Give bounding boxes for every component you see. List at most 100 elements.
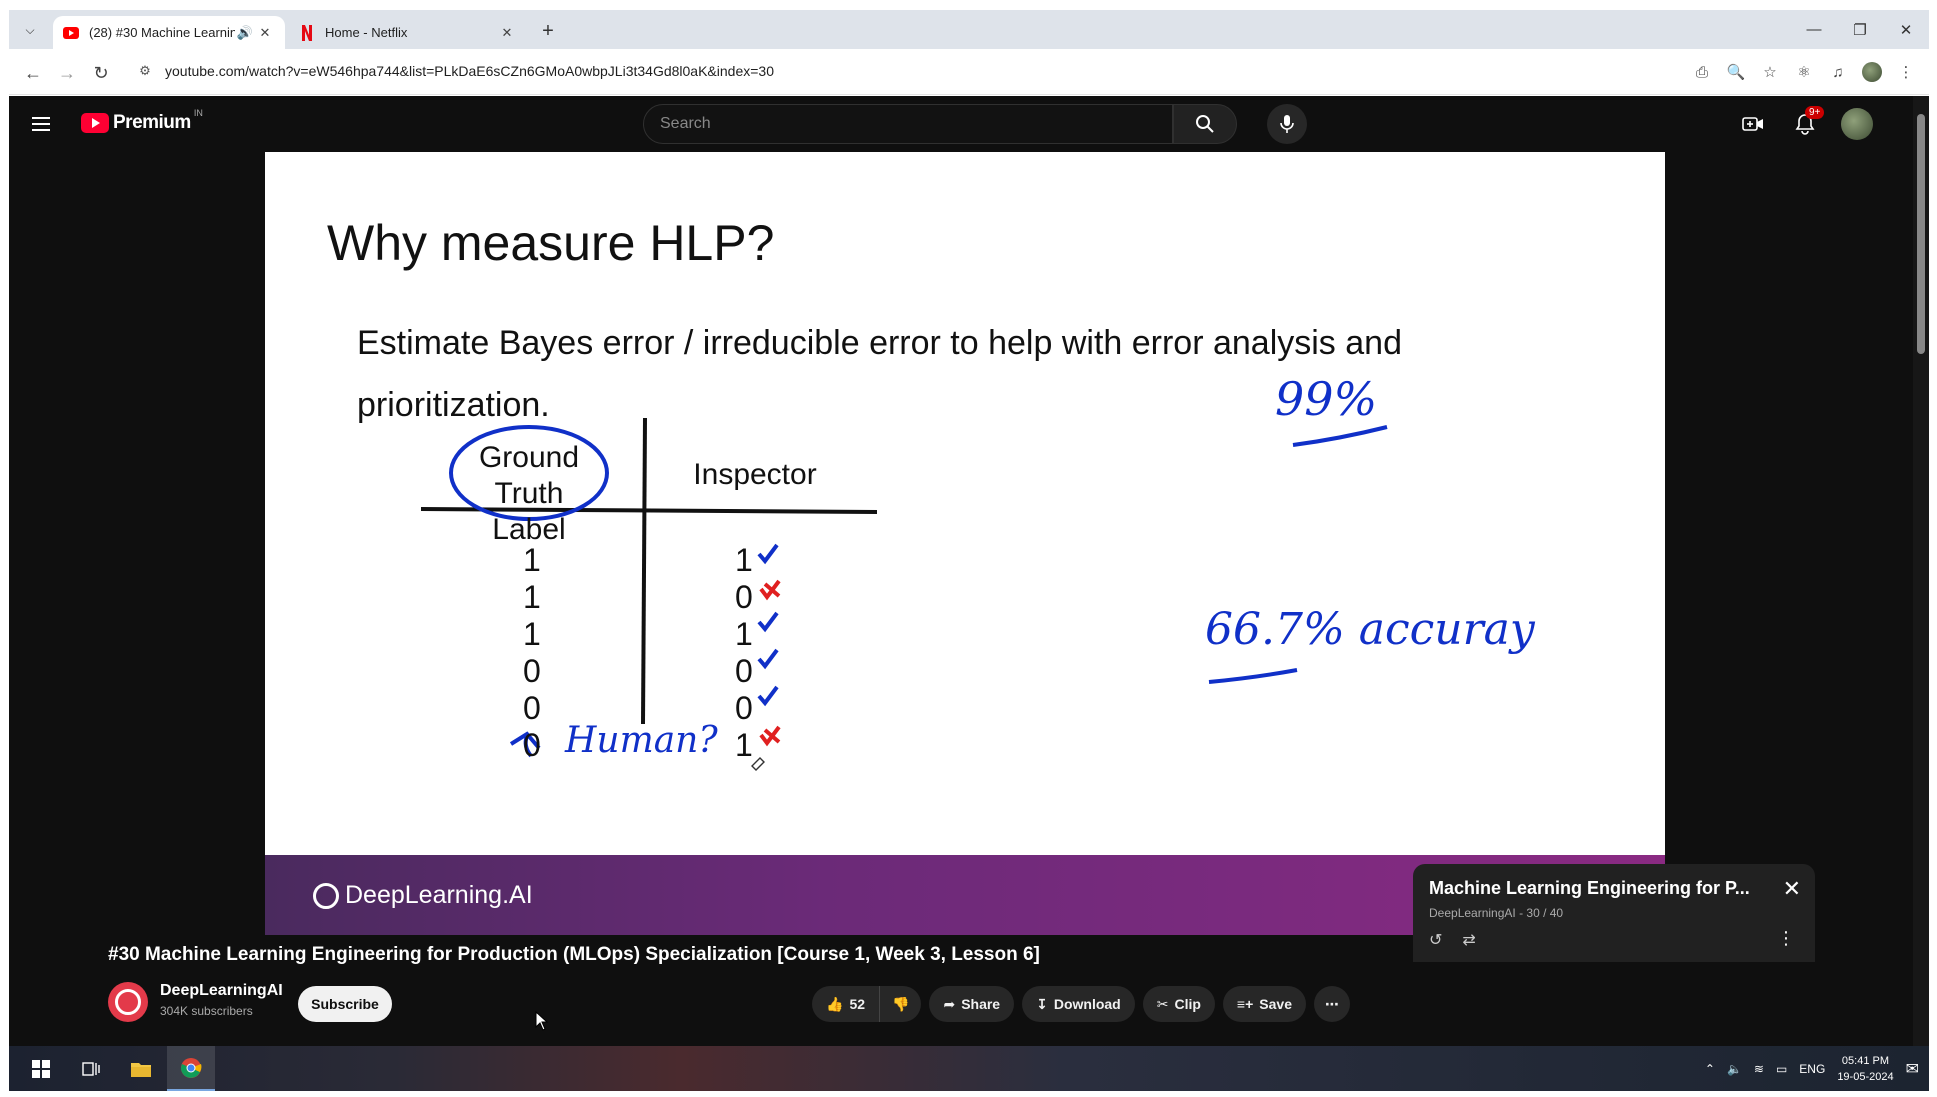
notification-center-icon[interactable]: ✉ bbox=[1906, 1059, 1919, 1079]
inspector-cell: 1 bbox=[735, 616, 753, 652]
dislike-button[interactable]: 👎 bbox=[880, 986, 922, 1022]
check-mark bbox=[757, 648, 779, 670]
download-button[interactable]: ↧ Download bbox=[1022, 986, 1135, 1022]
playlist-menu-icon[interactable]: ⋮ bbox=[1777, 928, 1795, 949]
browser-tab-strip: ⌵ (28) #30 Machine Learning 🔊 ✕ Home - N… bbox=[9, 10, 1929, 49]
media-controls-icon[interactable]: ♫ bbox=[1823, 57, 1853, 87]
forward-arrow-icon[interactable]: → bbox=[53, 59, 81, 87]
tab-search-chevron-icon[interactable]: ⌵ bbox=[17, 17, 43, 43]
file-explorer-icon[interactable] bbox=[117, 1046, 165, 1091]
truth-cell: 1 bbox=[523, 616, 541, 652]
deeplearning-logo-icon bbox=[313, 882, 339, 909]
country-code: IN bbox=[193, 108, 203, 118]
thumbs-up-icon: 👍 bbox=[826, 995, 844, 1012]
notification-count-badge: 9+ bbox=[1805, 106, 1825, 119]
wrong-mark bbox=[759, 725, 781, 747]
truth-cell: 1 bbox=[523, 579, 541, 615]
language-indicator[interactable]: ENG bbox=[1799, 1062, 1825, 1076]
close-icon[interactable]: ✕ bbox=[1783, 876, 1801, 902]
wifi-icon[interactable]: ≋ bbox=[1754, 1062, 1764, 1076]
hamburger-menu-icon[interactable] bbox=[27, 110, 55, 138]
chrome-icon[interactable] bbox=[167, 1046, 215, 1091]
col-header-line: Truth Label bbox=[492, 477, 566, 546]
pen-cursor-icon bbox=[751, 757, 765, 771]
channel-name[interactable]: DeepLearningAI bbox=[160, 982, 283, 1000]
channel-avatar[interactable] bbox=[108, 982, 148, 1022]
handwritten-99-percent: 99% bbox=[1275, 372, 1378, 426]
save-button[interactable]: ≡+ Save bbox=[1222, 986, 1306, 1022]
extensions-icon[interactable]: ⚛ bbox=[1789, 57, 1819, 87]
close-window-icon[interactable]: ✕ bbox=[1883, 10, 1929, 49]
system-tray: ⌃ 🔈 ≋ ▭ ENG 05:41 PM 19-05-2024 ✉ bbox=[1705, 1046, 1919, 1091]
tab-title: Home - Netflix bbox=[325, 25, 408, 40]
volume-icon[interactable]: 🔈 bbox=[1727, 1062, 1742, 1076]
playlist-subtitle: DeepLearningAI - 30 / 40 bbox=[1429, 906, 1564, 920]
clock[interactable]: 05:41 PM 19-05-2024 bbox=[1837, 1053, 1893, 1085]
show-hidden-icons-icon[interactable]: ⌃ bbox=[1705, 1062, 1715, 1076]
col-header-ground-truth: Ground Truth Label bbox=[459, 440, 599, 548]
youtube-logo[interactable]: Premium IN bbox=[81, 108, 203, 134]
new-tab-plus-icon[interactable]: + bbox=[535, 18, 561, 44]
close-tab-icon[interactable]: ✕ bbox=[497, 25, 517, 41]
like-dislike-group: 👍 52 👎 bbox=[812, 986, 922, 1022]
close-tab-icon[interactable]: ✕ bbox=[255, 25, 275, 41]
check-mark bbox=[757, 611, 779, 633]
address-bar[interactable]: ⚙ youtube.com/watch?v=eW546hpa744&list=P… bbox=[133, 54, 1673, 88]
tab-youtube[interactable]: (28) #30 Machine Learning 🔊 ✕ bbox=[53, 16, 285, 49]
playlist-panel: Machine Learning Engineering for P... De… bbox=[1413, 864, 1815, 962]
notifications-bell-icon[interactable]: 9+ bbox=[1785, 104, 1825, 144]
youtube-icon bbox=[63, 25, 79, 41]
browser-toolbar: ← → ↻ ⚙ youtube.com/watch?v=eW546hpa744&… bbox=[9, 49, 1929, 95]
like-button[interactable]: 👍 52 bbox=[812, 986, 881, 1022]
back-arrow-icon[interactable]: ← bbox=[19, 59, 47, 87]
speaker-icon[interactable]: 🔊 bbox=[235, 25, 255, 41]
tab-netflix[interactable]: Home - Netflix ✕ bbox=[289, 16, 527, 49]
account-avatar[interactable] bbox=[1837, 104, 1877, 144]
clock-time: 05:41 PM bbox=[1841, 1054, 1889, 1067]
footer-brand-text: DeepLearning.AI bbox=[345, 881, 533, 909]
profile-avatar-icon[interactable] bbox=[1857, 57, 1887, 87]
microphone-icon[interactable] bbox=[1267, 104, 1307, 144]
truth-cell: 0 bbox=[523, 653, 541, 689]
task-view-icon[interactable] bbox=[67, 1046, 115, 1091]
search-icon[interactable] bbox=[1173, 104, 1237, 144]
menu-kebab-icon[interactable]: ⋮ bbox=[1891, 57, 1921, 87]
subscribe-button[interactable]: Subscribe bbox=[298, 986, 392, 1022]
table-vertical-line bbox=[641, 417, 647, 725]
netflix-icon bbox=[299, 24, 315, 41]
logo-text: Premium bbox=[113, 112, 191, 133]
search-input[interactable]: Search bbox=[643, 104, 1173, 144]
truth-cell: 0 bbox=[523, 690, 541, 726]
clip-button[interactable]: ✂ Clip bbox=[1142, 986, 1215, 1022]
video-player[interactable]: Why measure HLP? Estimate Bayes error / … bbox=[265, 152, 1665, 935]
battery-icon[interactable]: ▭ bbox=[1776, 1062, 1787, 1076]
tab-title: (28) #30 Machine Learning bbox=[89, 25, 235, 40]
page-scrollbar[interactable] bbox=[1913, 96, 1929, 1046]
scrollbar-thumb[interactable] bbox=[1917, 114, 1925, 354]
windows-start-icon[interactable] bbox=[17, 1046, 65, 1091]
create-video-icon[interactable] bbox=[1733, 104, 1773, 144]
restore-icon[interactable]: ❐ bbox=[1837, 10, 1883, 49]
inspector-cell: 0 bbox=[735, 690, 753, 726]
wrong-mark bbox=[759, 579, 781, 601]
playlist-title[interactable]: Machine Learning Engineering for P... bbox=[1429, 878, 1750, 899]
clip-label: Clip bbox=[1174, 996, 1201, 1012]
share-button[interactable]: ➦ Share bbox=[929, 986, 1015, 1022]
site-info-icon[interactable]: ⚙ bbox=[133, 63, 157, 79]
install-app-icon[interactable]: ⎙ bbox=[1687, 57, 1717, 87]
shuffle-icon[interactable]: ⇄ bbox=[1462, 930, 1475, 950]
minimize-icon[interactable]: — bbox=[1791, 10, 1837, 49]
youtube-header: Premium IN Search 9+ bbox=[9, 96, 1913, 152]
loop-icon[interactable]: ↺ bbox=[1429, 930, 1442, 950]
more-actions-icon[interactable]: ⋯ bbox=[1313, 986, 1350, 1022]
like-count: 52 bbox=[849, 996, 866, 1012]
inspector-cell: 0 bbox=[735, 653, 753, 689]
video-title: #30 Machine Learning Engineering for Pro… bbox=[108, 944, 1040, 965]
zoom-icon[interactable]: 🔍 bbox=[1721, 57, 1751, 87]
subscriber-count: 304K subscribers bbox=[160, 1004, 253, 1018]
check-mark bbox=[757, 685, 779, 707]
save-label: Save bbox=[1259, 996, 1292, 1012]
add-to-playlist-icon: ≡+ bbox=[1236, 996, 1254, 1012]
bookmark-star-icon[interactable]: ☆ bbox=[1755, 57, 1785, 87]
reload-icon[interactable]: ↻ bbox=[87, 59, 115, 87]
